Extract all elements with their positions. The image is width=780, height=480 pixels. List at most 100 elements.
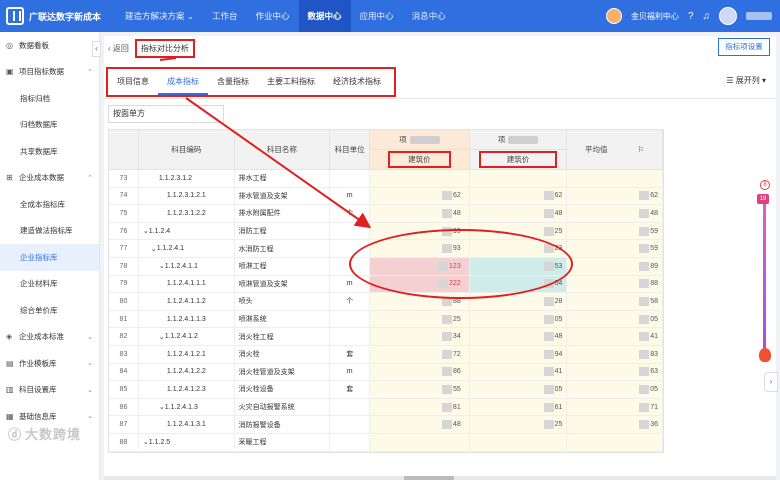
sidebar-item[interactable]: ◎ 数据看板	[0, 32, 99, 59]
row-unit: m	[330, 187, 371, 205]
sidebar-item[interactable]: ◈ 企业成本标准 ⌄	[0, 324, 99, 351]
sidebar-item-label: 建造做法指标库	[20, 226, 73, 236]
company-name[interactable]: 金贝福利中心	[631, 11, 679, 22]
row-unit: 套	[330, 345, 371, 363]
redacted-value-mask	[441, 244, 452, 254]
row-value-project-a: 81	[370, 398, 470, 416]
sidebar-item[interactable]: 归档数据库	[0, 112, 99, 139]
tab-item[interactable]: 项目信息	[108, 69, 158, 95]
row-code: 1.1.2.3.1.2.1	[139, 187, 235, 205]
redacted-value-mask	[639, 367, 650, 377]
table-row: 84 1.1.2.4.1.2.2 消火栓管道及支架 m 86 41 63	[109, 363, 664, 382]
bell-icon[interactable]: ♫	[703, 11, 711, 22]
filter-icon[interactable]: ⚐	[638, 145, 645, 154]
sidebar-item[interactable]: ▥ 科目设置库 ⌄	[0, 377, 99, 404]
nav-item[interactable]: 消息中心	[403, 0, 455, 32]
nav-item[interactable]: 数据中心	[298, 0, 351, 32]
user-name-redacted[interactable]	[746, 12, 772, 20]
row-unit	[330, 328, 371, 345]
redacted-value-mask	[441, 332, 452, 342]
row-name: 喷淋管道及支架	[235, 275, 331, 293]
sidebar-item[interactable]: 指标归档	[0, 85, 99, 112]
user-avatar[interactable]	[719, 7, 737, 25]
sidebar-collapse-button[interactable]: ‹	[92, 41, 101, 57]
redacted-value-mask	[441, 420, 452, 430]
indicator-settings-button[interactable]: 指标项设置	[718, 38, 770, 56]
row-value-average: 63	[567, 363, 664, 381]
table-row: 85 1.1.2.4.1.2.3 消火栓设备套 55 05 05	[109, 381, 664, 399]
back-link[interactable]: ‹ 返回	[108, 43, 129, 54]
header-project-a: 项 建筑价	[370, 130, 470, 169]
row-value-project-a: 93	[370, 222, 470, 240]
row-value-average: 36	[567, 416, 664, 433]
row-value-project-b: 05	[469, 310, 568, 328]
redacted-value-mask	[441, 384, 452, 394]
row-value-project-b: 25	[469, 416, 568, 433]
row-code: 1.1.2.4.1.3.1	[139, 416, 235, 433]
redacted-value-mask	[543, 420, 554, 430]
nav-item[interactable]: 应用中心	[351, 0, 403, 32]
redacted-value-mask	[543, 244, 554, 254]
tab-item[interactable]: 主要工料指标	[258, 69, 324, 95]
rail-knob[interactable]: 18	[757, 194, 769, 204]
sidebar-item[interactable]: ▤ 作业模板库 ⌄	[0, 350, 99, 377]
redacted-value-mask	[639, 208, 650, 218]
sidebar-item[interactable]: 全成本指标库	[0, 191, 99, 218]
table-row: 79 1.1.2.4.1.1.1 喷淋管道及支架 m 222 54 88	[109, 275, 664, 294]
assistant-button[interactable]: ›	[764, 372, 778, 392]
redacted-value-mask	[441, 314, 452, 324]
main-panel: ‹ 返回 指标对比分析 指标项设置 项目信息 成本指标 含量指标 主要工料指标 经济技术…	[104, 36, 776, 480]
enterprise-icon: ⊞	[6, 173, 13, 183]
redacted-value-mask	[543, 296, 554, 306]
help-icon[interactable]: ?	[688, 11, 694, 22]
sidebar-item[interactable]: ⊞ 企业成本数据 ⌃	[0, 165, 99, 192]
row-name: 消防工程	[235, 222, 331, 240]
row-code: ⌄ 1.1.2.4.1.3	[139, 398, 235, 416]
row-value-project-b: 05	[469, 381, 568, 398]
nav-item[interactable]: 作业中心	[247, 0, 299, 32]
sidebar-item[interactable]: 企业指标库	[0, 244, 99, 271]
nav-item[interactable]: 建造方解决方案 ⌄	[116, 0, 203, 32]
tab-item[interactable]: 成本指标	[158, 69, 208, 95]
row-index: 87	[109, 416, 139, 433]
row-value-average: 83	[567, 345, 664, 363]
row-index: 88	[109, 433, 139, 451]
redacted-value-mask	[639, 296, 650, 306]
unit-basis-select[interactable]: 按面单方	[108, 105, 224, 123]
row-value-average: 59	[567, 222, 663, 240]
brand-logo[interactable]: 广联达数字新成本	[0, 7, 110, 25]
row-unit	[330, 170, 371, 187]
scroll-thumb[interactable]	[404, 476, 454, 480]
sidebar-item[interactable]: 建造做法指标库	[0, 218, 99, 245]
sidebar-item[interactable]: 综合单价库	[0, 297, 99, 324]
mascot-icon[interactable]	[759, 348, 771, 362]
sidebar-item[interactable]: 共享数据库	[0, 138, 99, 165]
expand-columns-button[interactable]: ☰ 展开列 ▾	[726, 75, 766, 86]
row-name: 排水工程	[235, 170, 331, 187]
row-value-average: 59	[567, 240, 663, 257]
tab-item[interactable]: 经济技术指标	[324, 69, 390, 95]
row-value-average: 71	[567, 398, 663, 416]
horizontal-scrollbar[interactable]	[104, 476, 776, 480]
row-code: ⌄ 1.1.2.4.1.2	[139, 328, 235, 345]
tab-item[interactable]: 含量指标	[208, 69, 258, 95]
row-code: ⌄ 1.1.2.4	[139, 222, 235, 240]
row-unit	[330, 433, 371, 451]
company-avatar[interactable]	[605, 8, 622, 24]
nav-item[interactable]: 工作台	[203, 0, 247, 32]
header-index	[109, 130, 139, 169]
row-code: 1.1.2.4.1.2.1	[139, 345, 235, 363]
sidebar-item[interactable]: 企业材料库	[0, 271, 99, 298]
rail-track	[763, 194, 766, 358]
sidebar-item[interactable]: ▣ 项目指标数据 ⌃	[0, 59, 99, 86]
header-unit: 科目单位	[330, 130, 371, 169]
redacted-value-mask	[543, 208, 554, 218]
sidebar-item-label: 作业模板库	[19, 358, 57, 368]
table-row: 78 ⌄ 1.1.2.4.1.1 喷淋工程 123 53 89	[109, 257, 663, 276]
rail-close-icon[interactable]: 8	[760, 180, 770, 190]
row-code: ⌄ 1.1.2.4.1	[139, 240, 235, 257]
header-project-a-sub: 建筑价	[388, 151, 451, 168]
row-value-project-a: 55	[370, 381, 470, 398]
redacted-value-mask	[543, 279, 554, 289]
comparison-table: 科目编码 科目名称 科目单位 项 建筑价 项 建筑价 平均值 ⚐ 73 1.1.2.…	[108, 129, 664, 453]
